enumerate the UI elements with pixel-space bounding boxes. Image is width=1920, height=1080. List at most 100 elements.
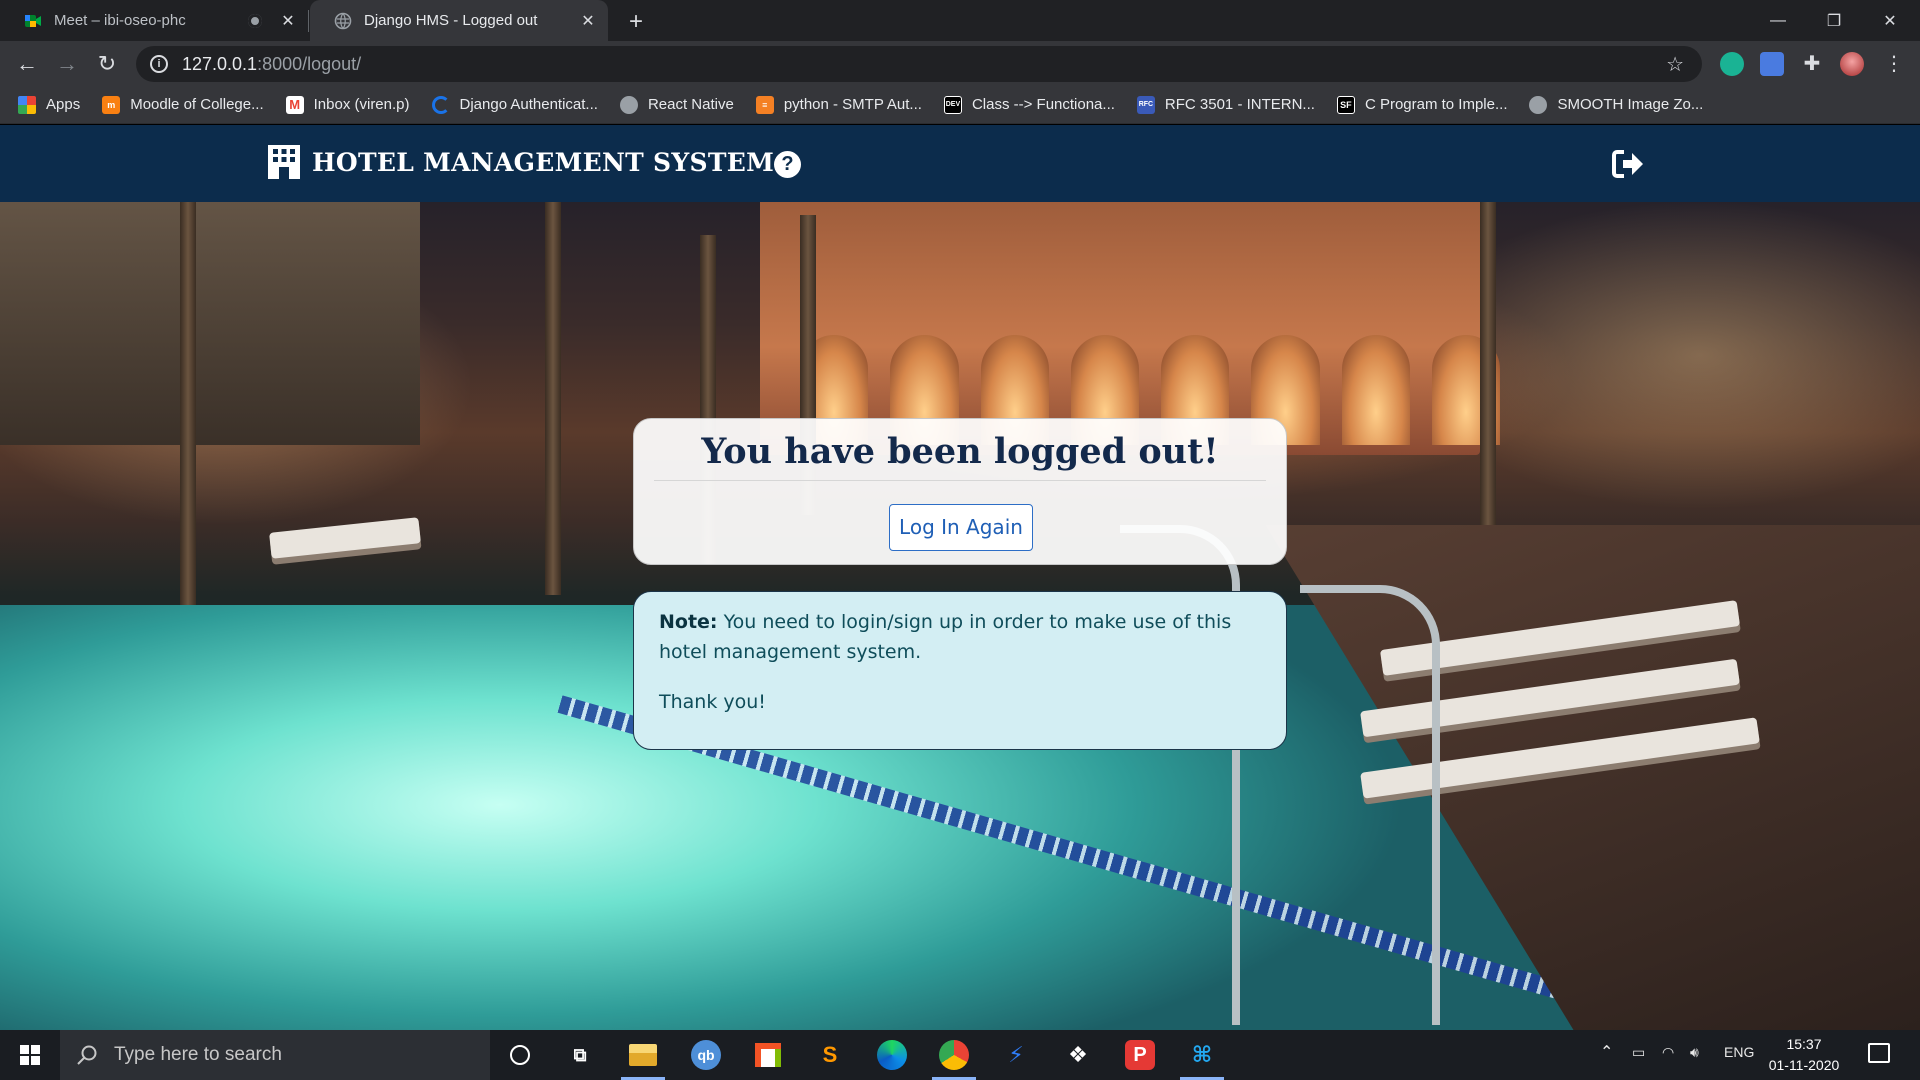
- search-placeholder: Type here to search: [114, 1044, 282, 1065]
- background-left-building: [0, 165, 420, 445]
- bookmark-smooth-image[interactable]: SMOOTH Image Zo...: [1529, 95, 1704, 114]
- file-explorer-icon[interactable]: [621, 1038, 665, 1080]
- proxy-app-icon[interactable]: P: [1122, 1038, 1158, 1072]
- bookmark-label: Inbox (viren.p): [313, 96, 410, 113]
- reload-button[interactable]: ↻: [90, 47, 124, 81]
- cortana-icon[interactable]: [502, 1038, 538, 1072]
- stackoverflow-icon: ≡: [755, 95, 774, 114]
- site-info-icon[interactable]: i: [150, 55, 168, 73]
- windows-start-icon[interactable]: [10, 1042, 50, 1068]
- taskbar-search-box[interactable]: Type here to search: [60, 1030, 490, 1080]
- bookmark-label: RFC 3501 - INTERN...: [1164, 96, 1315, 113]
- store-icon[interactable]: [750, 1038, 786, 1072]
- clock-date: 01-11-2020: [1768, 1057, 1840, 1073]
- bookmark-label: Django Authenticat...: [459, 96, 598, 113]
- loading-icon: [431, 95, 450, 114]
- brand-link[interactable]: HOTEL MANAGEMENT SYSTEM: [266, 145, 774, 179]
- brand-name: HOTEL MANAGEMENT SYSTEM: [312, 147, 775, 177]
- tab-django-hms[interactable]: Django HMS - Logged out ✕: [310, 0, 608, 41]
- notification-center-icon[interactable]: [1868, 1043, 1890, 1063]
- wifi-icon[interactable]: ◠: [1662, 1044, 1674, 1061]
- close-tab-icon[interactable]: ✕: [278, 11, 298, 31]
- bookmark-label: SMOOTH Image Zo...: [1557, 96, 1704, 113]
- sublime-text-icon[interactable]: S: [812, 1038, 848, 1072]
- bookmark-apps[interactable]: Apps: [18, 95, 81, 114]
- chrome-icon[interactable]: [932, 1038, 976, 1080]
- qbittorrent-icon[interactable]: qb: [688, 1038, 724, 1072]
- bookmark-django-auth[interactable]: Django Authenticat...: [431, 95, 598, 114]
- recording-indicator-icon: [248, 13, 262, 28]
- bookmark-label: Moodle of College...: [130, 96, 264, 113]
- bookmark-label: Apps: [46, 96, 81, 113]
- profile-avatar[interactable]: [1840, 52, 1864, 76]
- bookmark-python-smtp[interactable]: ≡ python - SMTP Aut...: [755, 95, 922, 114]
- tab-title: Meet – ibi-oseo-phc: [54, 12, 186, 29]
- browser-tab-strip: Meet – ibi-oseo-phc ✕ Django HMS - Logge…: [0, 0, 1920, 41]
- search-icon: [77, 1045, 97, 1065]
- login-again-button[interactable]: Log In Again: [889, 504, 1033, 551]
- dev-icon: DEV: [943, 95, 962, 114]
- bookmark-label: Class --> Functiona...: [971, 96, 1115, 113]
- url-path: :8000/logout/: [257, 53, 362, 74]
- logout-card: You have been logged out! Log In Again: [633, 418, 1287, 565]
- tab-meet[interactable]: Meet – ibi-oseo-phc ✕: [0, 0, 308, 41]
- system-clock[interactable]: 15:37 01-11-2020: [1762, 1034, 1846, 1076]
- edge-icon[interactable]: [874, 1038, 910, 1072]
- address-bar[interactable]: i 127.0.0.1:8000/logout/ ☆: [136, 46, 1702, 82]
- note-label: Note:: [659, 611, 718, 633]
- url-text: 127.0.0.1:8000/logout/: [182, 54, 361, 75]
- note-card: Note: You need to login/sign up in order…: [633, 591, 1287, 750]
- browser-toolbar: ← → ↻ i 127.0.0.1:8000/logout/ ☆ ✚ ⋮: [0, 41, 1920, 86]
- bookmarks-bar: Apps m Moodle of College... M Inbox (viren…: [0, 86, 1920, 124]
- ietf-icon: RFC: [1136, 95, 1155, 114]
- bookmark-label: python - SMTP Aut...: [783, 96, 922, 113]
- google-meet-icon: [25, 14, 41, 27]
- globe-icon: [334, 12, 352, 29]
- bookmark-react-native[interactable]: React Native: [619, 95, 734, 114]
- background-pool-rail: [1300, 585, 1440, 1025]
- bookmark-moodle[interactable]: m Moodle of College...: [102, 95, 264, 114]
- back-button[interactable]: ←: [10, 47, 44, 81]
- google-translate-icon[interactable]: [1760, 52, 1784, 76]
- background-palm: [180, 185, 196, 605]
- vscode-icon[interactable]: ⌘: [1180, 1038, 1224, 1080]
- minimize-button[interactable]: —: [1750, 0, 1806, 41]
- apps-grid-icon: [18, 95, 36, 114]
- forward-button[interactable]: →: [50, 47, 84, 81]
- power-automate-icon[interactable]: ⚡: [998, 1038, 1034, 1072]
- extension-m-icon[interactable]: [1720, 52, 1744, 76]
- bookmark-class-functional[interactable]: DEV Class --> Functiona...: [943, 95, 1115, 114]
- site-navbar: HOTEL MANAGEMENT SYSTEM ?: [0, 125, 1920, 202]
- bookmark-gmail[interactable]: M Inbox (viren.p): [285, 95, 410, 114]
- note-text: You need to login/sign up in order to ma…: [659, 611, 1232, 663]
- bookmark-star-icon[interactable]: ☆: [1666, 52, 1684, 77]
- globe-icon: [1529, 95, 1548, 114]
- bookmark-label: React Native: [647, 96, 734, 113]
- close-window-button[interactable]: ✕: [1862, 0, 1918, 41]
- background-palm: [1480, 175, 1496, 535]
- note-paragraph: Note: You need to login/sign up in order…: [659, 607, 1261, 667]
- logout-heading: You have been logged out!: [701, 431, 1219, 472]
- close-tab-icon[interactable]: ✕: [578, 11, 598, 31]
- hotel-building-icon: [268, 145, 300, 179]
- sf-icon: SF: [1336, 95, 1355, 114]
- sign-out-icon[interactable]: [1612, 149, 1644, 179]
- bookmark-c-program[interactable]: SF C Program to Imple...: [1336, 95, 1508, 114]
- windows-taskbar: Type here to search ⧉ qb S ⚡ ❖ P ⌘ ⌃ ▭ ◠…: [0, 1030, 1920, 1080]
- help-question-icon[interactable]: ?: [774, 151, 801, 178]
- clock-time: 15:37: [1786, 1036, 1822, 1052]
- language-indicator[interactable]: ENG: [1724, 1044, 1754, 1060]
- new-tab-button[interactable]: +: [622, 8, 650, 36]
- chrome-menu-icon[interactable]: ⋮: [1882, 52, 1906, 76]
- dropbox-icon[interactable]: ❖: [1060, 1038, 1096, 1072]
- tray-chevron-icon[interactable]: ⌃: [1600, 1042, 1613, 1062]
- task-view-icon[interactable]: ⧉: [562, 1038, 598, 1072]
- bookmark-rfc3501[interactable]: RFC RFC 3501 - INTERN...: [1136, 95, 1315, 114]
- restore-button[interactable]: ❐: [1806, 0, 1862, 41]
- volume-icon[interactable]: 🔊︎: [1690, 1044, 1699, 1061]
- divider: [654, 480, 1266, 481]
- extensions-puzzle-icon[interactable]: ✚: [1800, 52, 1824, 76]
- battery-icon[interactable]: ▭: [1632, 1044, 1645, 1061]
- gmail-icon: M: [285, 95, 304, 114]
- bookmark-label: C Program to Imple...: [1364, 96, 1508, 113]
